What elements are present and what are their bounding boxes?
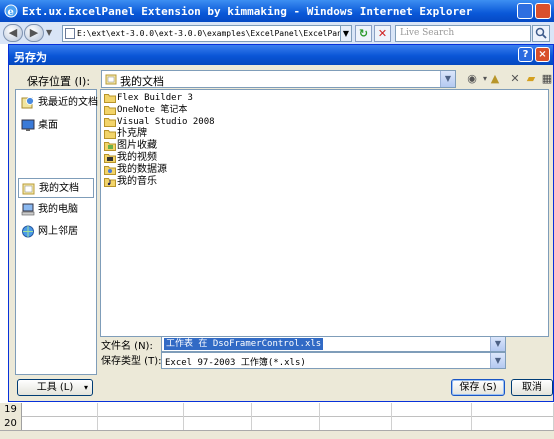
- search-button[interactable]: [532, 25, 550, 42]
- new-folder-icon[interactable]: ▰: [523, 70, 539, 87]
- folder-icon: [104, 130, 116, 139]
- list-item[interactable]: OneNote 笔记本: [104, 104, 187, 116]
- forward-button[interactable]: ▶: [24, 24, 44, 42]
- my-documents-icon: [22, 183, 35, 195]
- address-toolbar: ◀ ▶ ▼ E:\ext\ext-3.0.0\ext-3.0.0\example…: [0, 22, 554, 44]
- filetype-label: 保存类型 (T):: [101, 356, 162, 367]
- svg-text:e: e: [8, 7, 14, 18]
- back-button[interactable]: ◀: [3, 24, 23, 42]
- list-item[interactable]: Flex Builder 3: [104, 92, 193, 104]
- refresh-icon[interactable]: ↻: [355, 25, 372, 42]
- chevron-down-icon[interactable]: ▼: [490, 337, 505, 351]
- excel-row: 19: [0, 403, 554, 417]
- place-label: 桌面: [38, 120, 58, 131]
- place-label: 我的文档: [39, 183, 79, 194]
- dialog-title-bar: 另存为 ? ×: [9, 45, 553, 65]
- row-number: 20: [0, 417, 22, 431]
- place-label: 我最近的文档: [38, 97, 98, 108]
- horizontal-scrollbar[interactable]: [0, 430, 554, 439]
- address-dropdown-icon[interactable]: ▼: [340, 25, 352, 42]
- history-dropdown-icon[interactable]: ▼: [46, 28, 52, 37]
- chevron-down-icon[interactable]: ▼: [440, 71, 455, 87]
- browser-title-bar: e Ext.ux.ExcelPanel Extension by kimmaki…: [0, 0, 554, 22]
- list-item[interactable]: 我的数据源: [104, 164, 167, 176]
- excel-row: 20: [0, 417, 554, 431]
- save-in-combo[interactable]: 我的文档 ▼: [101, 70, 456, 88]
- folder-icon: [104, 106, 116, 115]
- browser-title: Ext.ux.ExcelPanel Extension by kimmaking…: [22, 5, 473, 18]
- excel-sheet-edge: [0, 44, 8, 439]
- tools-button[interactable]: 工具 (L) ▾: [17, 379, 93, 396]
- my-documents-icon: [105, 74, 117, 85]
- up-folder-icon[interactable]: ▲: [487, 70, 503, 87]
- folder-icon: [104, 118, 116, 127]
- row-number: 19: [0, 403, 22, 417]
- save-button[interactable]: 保存 (S): [451, 379, 505, 396]
- dialog-close-button[interactable]: ×: [535, 47, 550, 62]
- stop-icon[interactable]: ✕: [374, 25, 391, 42]
- list-item[interactable]: Visual Studio 2008: [104, 116, 215, 128]
- help-button[interactable]: ?: [518, 47, 533, 62]
- pictures-folder-icon: [104, 142, 116, 151]
- filename-label: 文件名 (N):: [101, 341, 153, 352]
- address-text: E:\ext\ext-3.0.0\ext-3.0.0\examples\Exce…: [77, 29, 352, 38]
- save-in-label: 保存位置 (I):: [27, 75, 91, 88]
- place-desktop[interactable]: 桌面: [18, 116, 94, 136]
- place-my-computer[interactable]: 我的电脑: [18, 200, 94, 220]
- filename-input[interactable]: 工作表 在 DsoFramerControl.xls ▼: [161, 336, 506, 352]
- cancel-button[interactable]: 取消: [511, 379, 553, 396]
- place-recent-docs[interactable]: 我最近的文档: [18, 93, 98, 113]
- places-bar: 我最近的文档 桌面 我的文档 我的电脑 网上邻居: [15, 89, 98, 375]
- list-item[interactable]: 图片收藏: [104, 140, 157, 152]
- dialog-title: 另存为: [14, 51, 47, 64]
- tools-label: 工具 (L): [36, 382, 74, 393]
- page-icon: [65, 28, 75, 39]
- minimize-button[interactable]: [517, 3, 533, 19]
- search-input[interactable]: Live Search: [395, 25, 531, 42]
- music-folder-icon: [104, 178, 116, 187]
- place-label: 我的电脑: [38, 204, 78, 215]
- place-network[interactable]: 网上邻居: [18, 222, 94, 242]
- list-item[interactable]: 扑克牌: [104, 128, 147, 140]
- save-as-dialog: 另存为 ? × 保存位置 (I): 我的文档 ▼ ◉ ▾ ▲ ✕ ▰ ▦ 我最近…: [8, 44, 554, 402]
- my-computer-icon: [21, 203, 35, 216]
- filetype-value: Excel 97-2003 工作簿(*.xls): [165, 358, 306, 368]
- folder-icon: [104, 94, 116, 103]
- place-label: 网上邻居: [38, 226, 78, 237]
- save-label: 保存 (S): [459, 382, 497, 393]
- desktop-icon: [21, 119, 35, 131]
- ie-logo-icon: e: [4, 4, 18, 18]
- list-item[interactable]: 我的音乐: [104, 176, 157, 188]
- filetype-select[interactable]: Excel 97-2003 工作簿(*.xls) ▼: [161, 352, 506, 369]
- chevron-down-icon: ▾: [83, 383, 88, 392]
- datasource-folder-icon: [104, 166, 116, 175]
- views-icon[interactable]: ▦: [539, 70, 554, 87]
- network-icon: [22, 225, 34, 238]
- cancel-label: 取消: [522, 382, 542, 393]
- place-my-documents[interactable]: 我的文档: [18, 178, 94, 198]
- close-window-button[interactable]: [535, 3, 551, 19]
- address-input[interactable]: E:\ext\ext-3.0.0\ext-3.0.0\examples\Exce…: [62, 25, 352, 42]
- file-list[interactable]: Flex Builder 3 OneNote 笔记本 Visual Studio…: [100, 89, 549, 337]
- list-item[interactable]: 我的视频: [104, 152, 157, 164]
- recent-docs-icon: [21, 97, 34, 109]
- save-in-value: 我的文档: [120, 75, 164, 88]
- search-icon: [535, 27, 547, 39]
- video-folder-icon: [104, 154, 116, 163]
- chevron-down-icon[interactable]: ▼: [490, 353, 505, 368]
- filename-value: 工作表 在 DsoFramerControl.xls: [164, 338, 324, 350]
- delete-icon[interactable]: ✕: [507, 70, 523, 87]
